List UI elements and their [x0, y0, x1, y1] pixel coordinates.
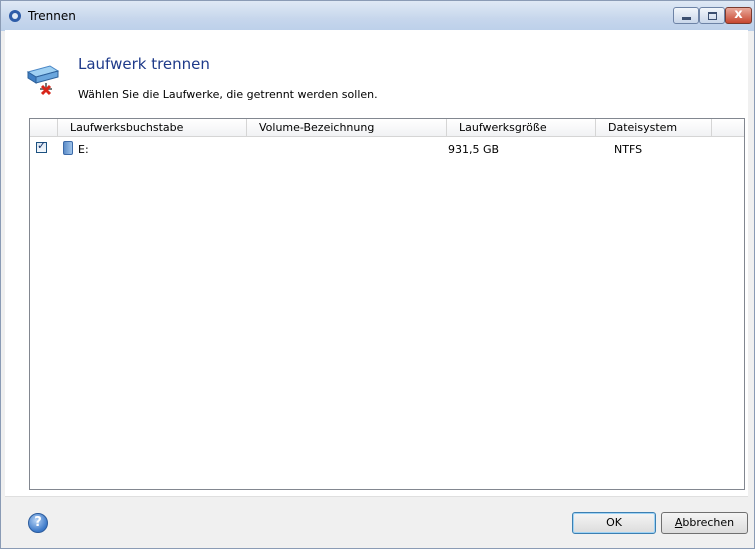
row-filesystem: NTFS — [614, 143, 643, 156]
cancel-button[interactable]: Abbrechen — [661, 512, 748, 534]
page-subtitle: Wählen Sie die Laufwerke, die getrennt w… — [78, 88, 378, 101]
window-title: Trennen — [28, 9, 76, 23]
drive-disconnect-icon — [26, 65, 60, 96]
column-header-size[interactable]: Laufwerksgröße — [447, 119, 596, 137]
column-header-volume[interactable]: Volume-Bezeichnung — [247, 119, 447, 137]
row-size: 931,5 GB — [448, 143, 500, 156]
help-icon[interactable]: ? — [28, 513, 48, 533]
app-logo-icon — [9, 10, 21, 22]
ok-button[interactable]: OK — [572, 512, 656, 534]
column-header-filler — [712, 119, 744, 137]
hard-drive-icon — [63, 141, 73, 155]
maximize-button[interactable] — [699, 7, 725, 24]
close-button[interactable]: x — [725, 7, 752, 24]
page-title: Laufwerk trennen — [78, 55, 210, 73]
cancel-label: bbrechen — [682, 516, 735, 529]
drive-list[interactable]: Laufwerksbuchstabe Volume-Bezeichnung La… — [29, 118, 745, 490]
row-checkbox[interactable] — [36, 139, 47, 153]
minimize-button[interactable] — [673, 7, 699, 24]
column-header-check[interactable] — [30, 119, 58, 137]
row-letter: E: — [78, 143, 89, 156]
title-bar[interactable]: Trennen x — [1, 1, 754, 31]
column-header-filesystem[interactable]: Dateisystem — [596, 119, 712, 137]
close-icon: x — [734, 7, 743, 22]
column-header-letter[interactable]: Laufwerksbuchstabe — [58, 119, 247, 137]
